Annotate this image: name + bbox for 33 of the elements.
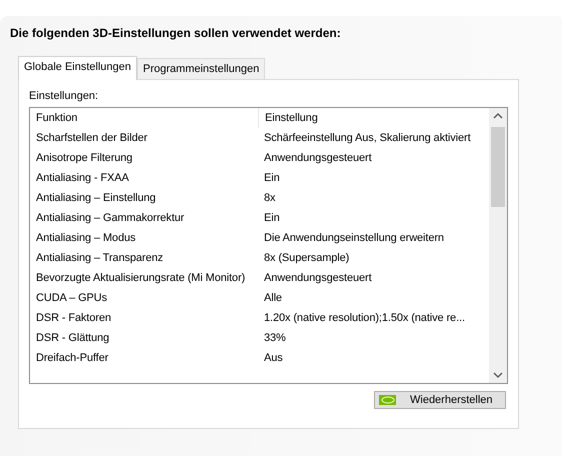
table-cell-text: Bevorzugte Aktualisierungsrate (Mi Monitor) xyxy=(35,271,246,286)
table-cell-text: CUDA – GPUs xyxy=(35,291,108,306)
column-header[interactable]: Funktion xyxy=(30,108,258,128)
table-cell-text: Dreifach-Puffer xyxy=(35,351,110,366)
section-heading: Die folgenden 3D-Einstellungen sollen verwendet werden: xyxy=(10,26,342,40)
table-cell-text: 33% xyxy=(263,331,287,346)
list-label: Einstellungen: xyxy=(29,90,100,102)
table-cell-text: 1.20x (native resolution);1.50x (native re... xyxy=(263,311,466,326)
table-cell-text: Antialiasing – Modus xyxy=(35,231,137,246)
table-cell-text: Anisotrope Filterung xyxy=(35,151,134,166)
eye-logo-icon xyxy=(379,395,396,405)
tab[interactable]: Programmeinstellungen xyxy=(137,58,266,79)
restore-button[interactable]: Wiederherstellen xyxy=(374,391,506,409)
scrollbar[interactable] xyxy=(489,108,507,383)
table-cell-text: Anwendungsgesteuert xyxy=(263,271,373,286)
table-cell-text: Scharfstellen der Bilder xyxy=(35,131,148,146)
table-cell-text: Ein xyxy=(263,171,281,186)
table-cell-text: 8x xyxy=(263,191,276,206)
table-cell-text: 8x (Supersample) xyxy=(263,251,350,266)
tab[interactable]: Globale Einstellungen xyxy=(18,56,138,80)
table-cell-text: Ein xyxy=(263,211,281,226)
table-cell-text: Antialiasing – Transparenz xyxy=(35,251,164,266)
scroll-thumb[interactable] xyxy=(491,127,505,207)
table-cell-text: DSR - Faktoren xyxy=(35,311,112,326)
table-cell-text: Aus xyxy=(263,351,284,366)
table-cell-text: Anwendungsgesteuert xyxy=(263,151,373,166)
table-cell-text: Antialiasing - FXAA xyxy=(35,171,130,186)
table-cell-text: Alle xyxy=(263,291,283,306)
table-cell-text: Antialiasing – Gammakorrektur xyxy=(35,211,186,226)
table-cell-text: Antialiasing – Einstellung xyxy=(35,191,157,206)
table-cell-text: DSR - Glättung xyxy=(35,331,110,346)
table-cell-text: Schärfeeinstellung Aus, Skalierung aktiviert xyxy=(263,131,472,146)
table-cell-text: Die Anwendungseinstellung erweitern xyxy=(263,231,445,246)
